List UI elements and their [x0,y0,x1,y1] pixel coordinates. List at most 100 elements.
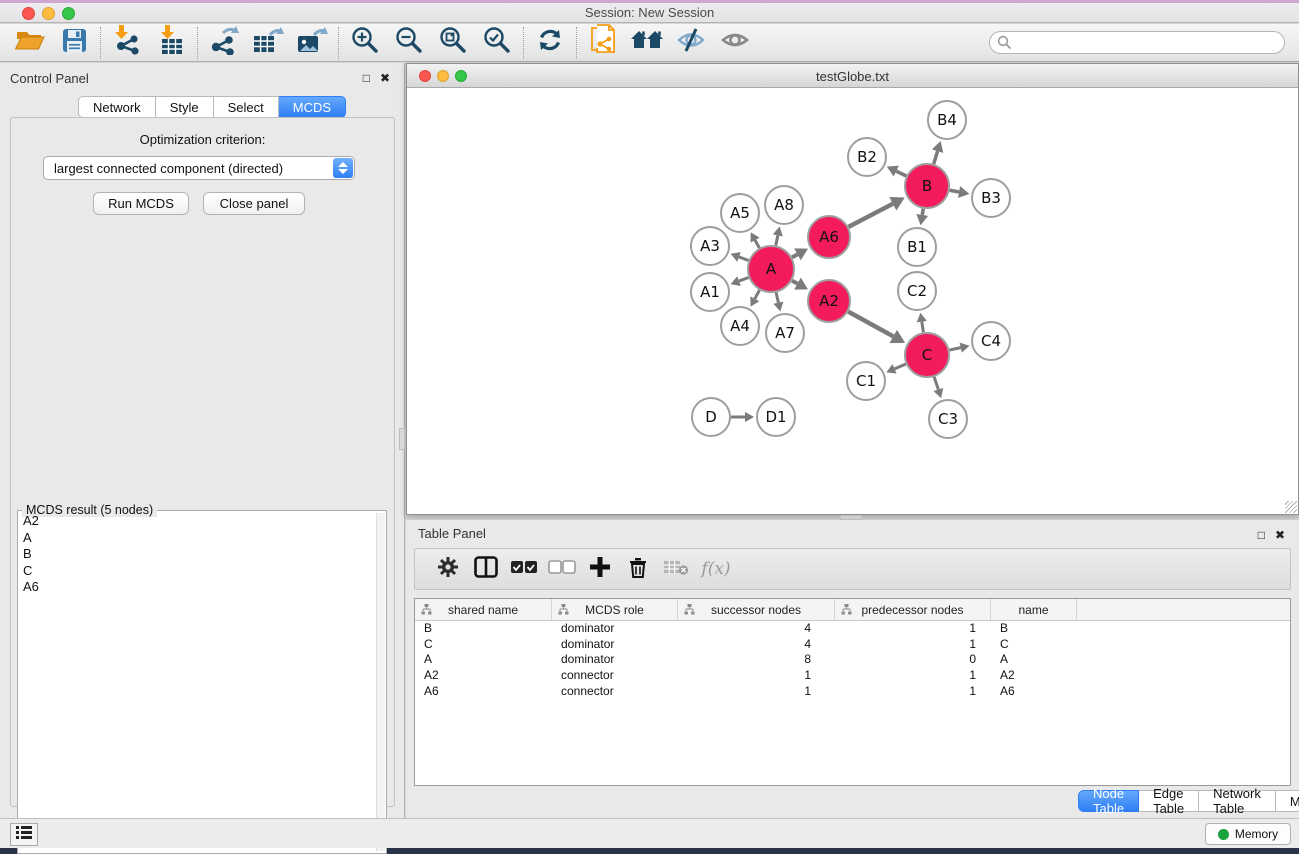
save-session-button[interactable] [52,26,96,60]
task-history-button[interactable] [10,823,38,846]
table-cell[interactable]: B [415,621,552,637]
table-cell[interactable]: A6 [991,684,1077,700]
mcds-result-item[interactable]: C [19,563,377,580]
function-builder-button[interactable]: f(x) [695,552,733,586]
graph-node-A6[interactable]: A6 [808,216,850,258]
graph-node-B1[interactable]: B1 [898,228,936,266]
graph-node-D[interactable]: D [692,398,730,436]
delete-column-button[interactable] [619,552,657,586]
graph-node-A4[interactable]: A4 [721,307,759,345]
tab-select[interactable]: Select [214,96,279,118]
table-cell[interactable]: dominator [552,637,678,653]
run-mcds-button[interactable]: Run MCDS [93,192,189,215]
table-row[interactable]: Bdominator41B [415,621,1290,637]
table-cell[interactable]: A2 [415,668,552,684]
table-cell[interactable]: 1 [835,621,991,637]
table-cell[interactable]: A2 [991,668,1077,684]
import-network-button[interactable] [105,26,149,60]
table-cell[interactable]: 1 [678,668,835,684]
new-network-from-selection-button[interactable] [581,26,625,60]
home-button[interactable] [625,26,669,60]
graph-edge-C-C3[interactable] [934,377,938,390]
memory-button[interactable]: Memory [1205,823,1291,845]
graph-node-A3[interactable]: A3 [691,227,729,265]
graph-edge-A-A3[interactable] [739,257,749,261]
graph-node-B2[interactable]: B2 [848,138,886,176]
table-cell[interactable]: 0 [835,652,991,668]
table-row[interactable]: Adominator80A [415,652,1290,668]
resize-grip[interactable] [1285,501,1297,513]
graph-edge-B-B2[interactable] [896,171,906,176]
tab-mcds[interactable]: MCDS [279,96,346,118]
export-network-button[interactable] [202,26,246,60]
import-table-button[interactable] [149,26,193,60]
criterion-dropdown[interactable]: largest connected component (directed) [43,156,355,180]
table-cell[interactable]: 1 [835,637,991,653]
table-cell[interactable]: C [991,637,1077,653]
tab-edge-table[interactable]: Edge Table [1139,790,1199,812]
graph-edge-A-A1[interactable] [739,277,749,281]
table-cell[interactable]: B [991,621,1077,637]
table-cell[interactable]: 8 [678,652,835,668]
graph-node-B4[interactable]: B4 [928,101,966,139]
graph-node-C2[interactable]: C2 [898,272,936,310]
table-row[interactable]: A2connector11A2 [415,668,1290,684]
table-cell[interactable]: dominator [552,652,678,668]
table-row[interactable]: A6connector11A6 [415,684,1290,700]
table-cell[interactable]: 1 [835,668,991,684]
table-cell[interactable]: connector [552,684,678,700]
graph-node-A[interactable]: A [748,246,794,292]
add-column-button[interactable] [581,552,619,586]
graph-edge-A-A2[interactable] [792,281,797,284]
table-cell[interactable]: A6 [415,684,552,700]
export-image-button[interactable] [290,26,334,60]
graph-node-B3[interactable]: B3 [972,179,1010,217]
graph-node-B[interactable]: B [905,164,949,208]
table-cell[interactable]: A [415,652,552,668]
graph-node-D1[interactable]: D1 [757,398,795,436]
float-panel-icon[interactable]: □ [363,72,370,84]
network-canvas[interactable]: B4B2BB3A8A5A6B1A3AC2A1A2A4A7C4CC1DD1C3 [407,88,1298,514]
graph-edge-A-A6[interactable] [792,254,797,257]
table-float-panel-icon[interactable]: □ [1258,529,1265,541]
zoom-in-button[interactable] [343,26,387,60]
graph-edge-C-C2[interactable] [922,322,924,333]
tab-network[interactable]: Network [78,96,156,118]
node-table[interactable]: shared nameMCDS rolesuccessor nodesprede… [414,598,1291,786]
zoom-fit-button[interactable] [431,26,475,60]
graph-node-A1[interactable]: A1 [691,273,729,311]
graph-edge-C-C4[interactable] [949,348,960,350]
delete-table-button[interactable] [657,552,695,586]
table-cell[interactable]: 1 [835,684,991,700]
column-header-predecessor-nodes[interactable]: predecessor nodes [835,599,991,620]
graph-node-C[interactable]: C [905,333,949,377]
mcds-result-list[interactable]: A2ABCA6 [19,513,377,851]
mcds-result-item[interactable]: A [19,530,377,547]
graph-edge-A-A7[interactable] [776,292,778,302]
column-header-name[interactable]: name [991,599,1077,620]
table-row[interactable]: Cdominator41C [415,637,1290,653]
table-cell[interactable]: A [991,652,1077,668]
graph-node-A8[interactable]: A8 [765,186,803,224]
close-panel-button[interactable]: Close panel [203,192,305,215]
zoom-out-button[interactable] [387,26,431,60]
deselect-all-button[interactable] [543,552,581,586]
table-cell[interactable]: dominator [552,621,678,637]
column-visibility-button[interactable] [467,552,505,586]
mcds-result-item[interactable]: B [19,546,377,563]
network-window-titlebar[interactable]: testGlobe.txt [407,64,1298,88]
graph-node-C1[interactable]: C1 [847,362,885,400]
graph-edge-A-A8[interactable] [776,235,778,245]
graph-node-C4[interactable]: C4 [972,322,1010,360]
show-panel-button[interactable] [713,26,757,60]
select-all-button[interactable] [505,552,543,586]
column-header-MCDS-role[interactable]: MCDS role [552,599,678,620]
table-cell[interactable]: C [415,637,552,653]
graph-edge-A-A5[interactable] [755,240,759,248]
graph-edge-B-B4[interactable] [934,151,938,164]
table-cell[interactable]: connector [552,668,678,684]
table-close-panel-icon[interactable]: ✖ [1275,529,1285,541]
graph-node-A2[interactable]: A2 [808,280,850,322]
vertical-split-handle[interactable] [399,428,405,450]
close-panel-icon[interactable]: ✖ [380,72,390,84]
